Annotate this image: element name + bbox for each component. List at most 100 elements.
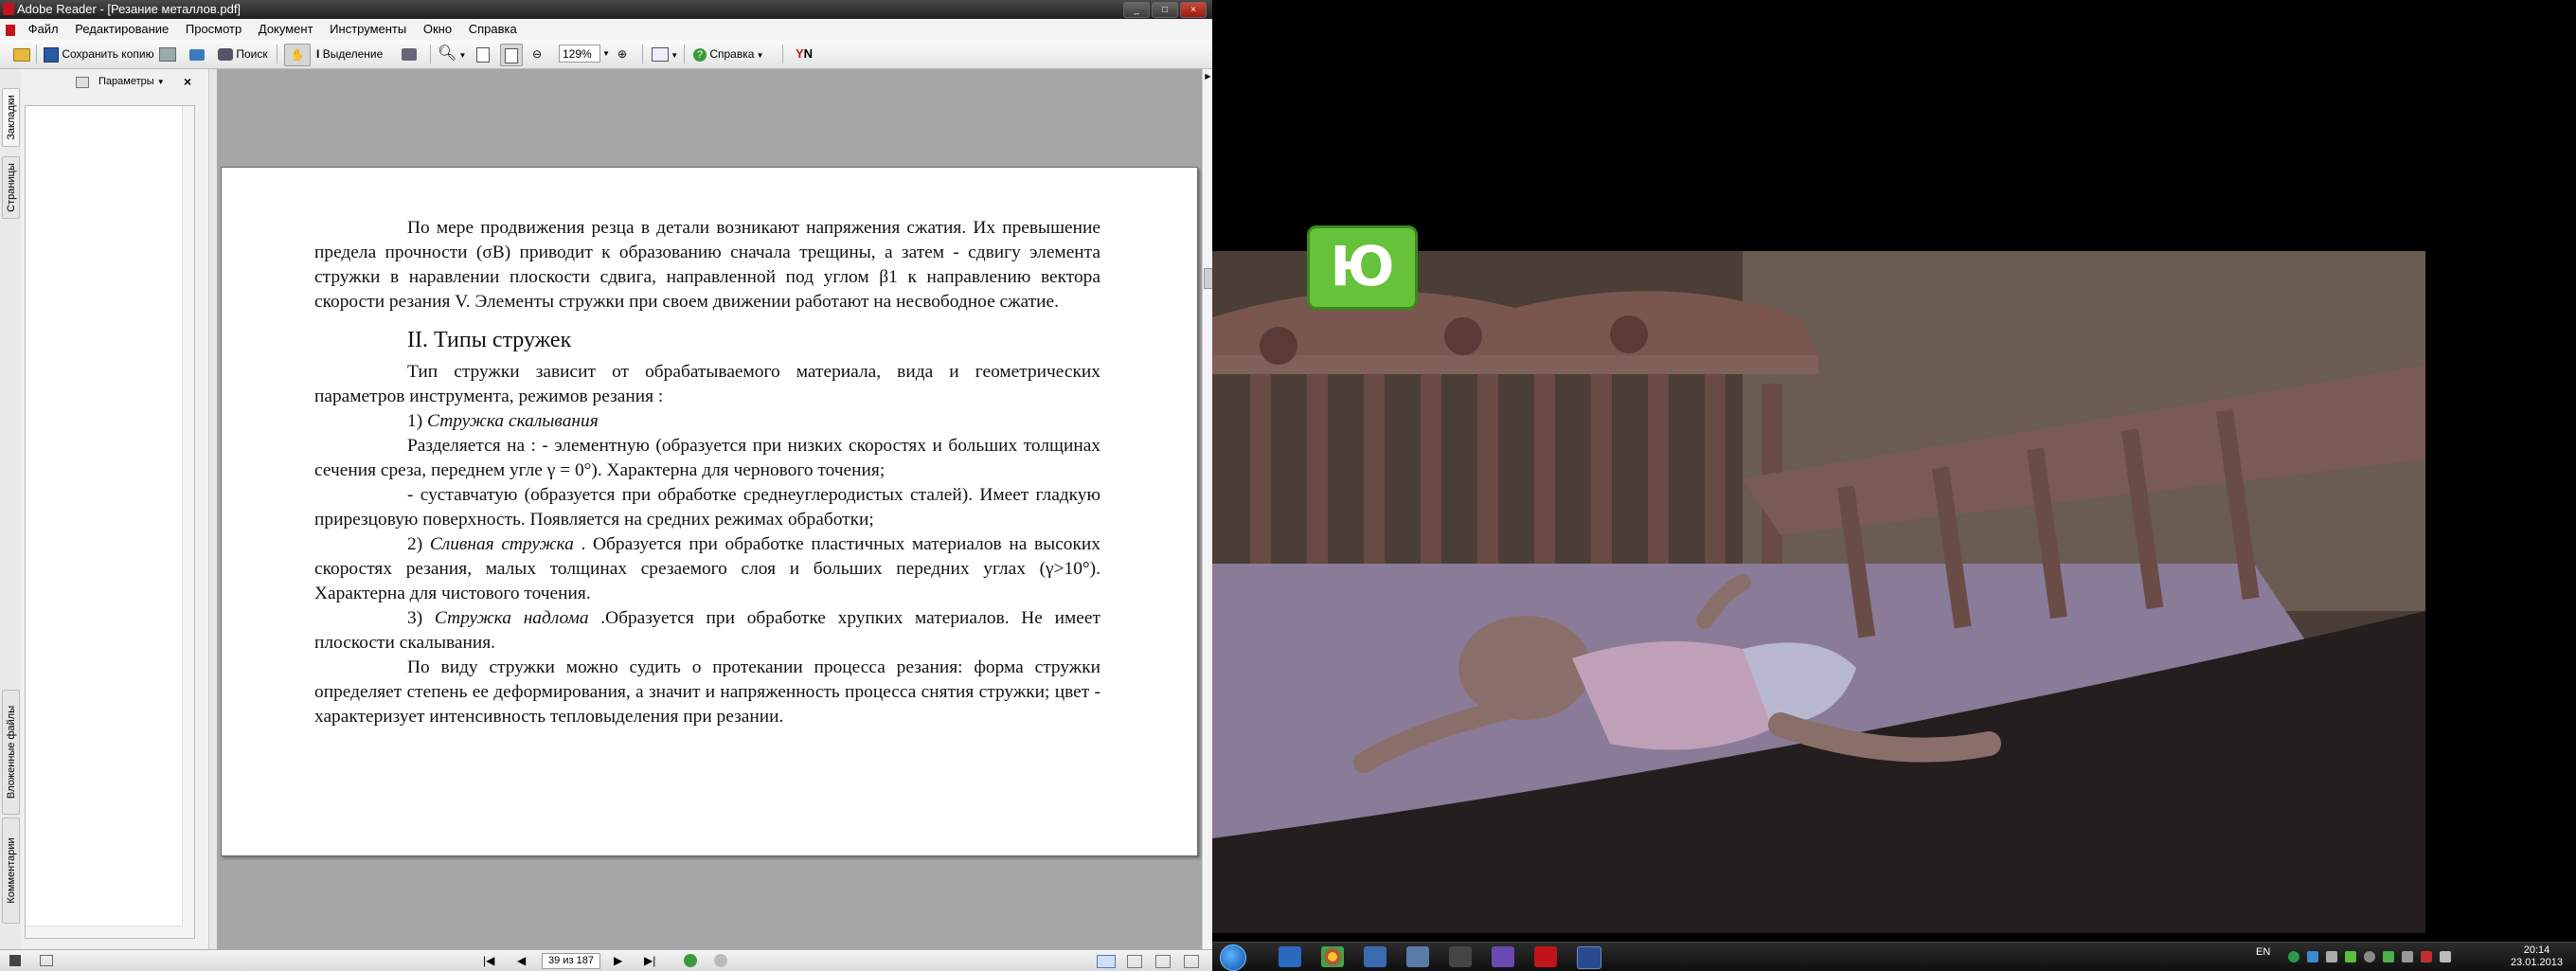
section-heading: II. Типы стружек	[407, 328, 572, 352]
last-page-button[interactable]: ▶|	[644, 953, 655, 968]
tray-volume-icon[interactable]	[2402, 951, 2413, 962]
tab-bookmarks-label: Закладки	[5, 95, 17, 140]
tab-bookmarks[interactable]: Закладки	[2, 88, 20, 147]
windows-taskbar: EN 20:14 23.01.2013	[1212, 942, 2576, 971]
zoom-out-button[interactable]: ⊖	[532, 44, 542, 64]
start-button[interactable]	[1220, 944, 1246, 971]
menu-file[interactable]: Файл	[22, 19, 65, 40]
last-page-icon: ▶|	[644, 954, 656, 967]
video-frame-sleeping-baby	[1212, 251, 2425, 933]
tray-usb-icon[interactable]	[2326, 951, 2337, 962]
bookmarks-horizontal-scrollbar[interactable]	[26, 926, 183, 938]
zoom-level-field[interactable]: 129%	[559, 45, 600, 63]
bookmarks-options-label: Параметры	[98, 76, 154, 87]
tab-attachments[interactable]: Вложенные файлы	[2, 690, 20, 815]
page-layout-icon[interactable]	[9, 955, 21, 966]
open-button[interactable]	[13, 44, 30, 64]
first-page-button[interactable]: |◀	[483, 953, 494, 968]
close-button[interactable]: ×	[1180, 2, 1207, 18]
actual-size-button[interactable]	[474, 44, 492, 64]
scroll-right-arrow-icon[interactable]: ▶	[1204, 69, 1212, 84]
paragraph-chip-conclusion: По виду стружки можно судить о протекани…	[314, 657, 1100, 727]
list-item-3-number: 3)	[407, 608, 435, 628]
snapshot-button[interactable]	[402, 44, 417, 64]
zoom-dropdown[interactable]: ▼	[602, 44, 610, 64]
options-icon	[76, 77, 89, 88]
pdf-page: По мере продвижения резца в детали возни…	[221, 167, 1198, 856]
page-number-field[interactable]: 39 из 187	[542, 953, 600, 969]
video-player-frame[interactable]	[1212, 0, 2576, 942]
mail-icon	[189, 48, 205, 61]
email-button[interactable]	[189, 44, 205, 64]
taskbar-media-icon[interactable]	[1492, 946, 1514, 967]
go-back-button[interactable]	[684, 954, 697, 967]
tray-app-icon[interactable]	[2364, 951, 2375, 962]
search-label: Поиск	[236, 47, 268, 61]
bookmarks-options-button[interactable]: Параметры ▼	[98, 69, 165, 95]
adobe-reader-app-icon	[3, 3, 14, 15]
save-copy-button[interactable]: Сохранить копию	[44, 44, 154, 64]
yandex-toolbar-button[interactable]: YN	[796, 44, 813, 64]
print-button[interactable]	[159, 44, 176, 64]
fit-page-button[interactable]	[500, 44, 523, 66]
taskbar-window-icon[interactable]	[1406, 946, 1429, 967]
close-panel-button[interactable]: ×	[184, 69, 191, 94]
continuous-facing-view-button[interactable]	[1184, 955, 1199, 968]
bookmarks-vertical-scrollbar[interactable]	[182, 106, 194, 938]
window-title: Adobe Reader - [Резание металлов.pdf]	[17, 2, 242, 16]
help-button[interactable]: ? Справка ▼	[693, 44, 764, 64]
zoom-tool-button[interactable]: 🔍︎ ▼	[438, 44, 466, 64]
help-label: Справка	[709, 47, 755, 61]
hand-icon: ✋	[290, 48, 305, 62]
hand-tool-button[interactable]: ✋	[284, 44, 311, 66]
go-forward-button[interactable]	[714, 954, 727, 967]
taskbar-tool-icon[interactable]	[1449, 946, 1472, 967]
continuous-view-button[interactable]	[1127, 955, 1142, 968]
minimize-button[interactable]: _	[1123, 2, 1150, 18]
tray-flag-icon[interactable]	[2440, 951, 2451, 962]
menu-window[interactable]: Окно	[417, 19, 458, 40]
taskbar-app-icon[interactable]	[1364, 946, 1386, 967]
taskbar-adobe-reader-icon[interactable]	[1534, 946, 1557, 967]
list-item-1: 1) Стружка скалывания	[314, 409, 1100, 434]
menu-help[interactable]: Справка	[462, 19, 524, 40]
tab-pages[interactable]: Страницы	[2, 156, 20, 219]
tray-torrent-icon[interactable]	[2288, 951, 2299, 962]
single-page-view-button[interactable]	[1097, 955, 1116, 968]
maximize-button[interactable]: □	[1152, 2, 1178, 18]
taskbar-clock[interactable]: 20:14 23.01.2013	[2511, 944, 2563, 969]
tab-comments[interactable]: Комментарии	[2, 818, 20, 924]
zoom-in-button[interactable]: ⊕	[617, 44, 627, 64]
next-page-button[interactable]: ▶	[614, 953, 622, 968]
taskbar-explorer-icon[interactable]	[1279, 946, 1301, 967]
binoculars-icon	[218, 48, 233, 62]
previous-page-icon: ◀	[517, 954, 527, 967]
previous-page-button[interactable]: ◀	[517, 953, 526, 968]
panel-splitter[interactable]	[209, 69, 217, 951]
tray-nvidia-icon[interactable]	[2345, 951, 2356, 962]
tab-attachments-label: Вложенные файлы	[5, 705, 17, 800]
taskbar-player-icon[interactable]	[1577, 946, 1601, 969]
paragraph-cutting-stress: По мере продвижения резца в детали возни…	[314, 218, 1100, 312]
magnifier-icon: 🔍︎	[438, 45, 457, 62]
paragraph-element-chip: Разделяется на : - элементную (образуетс…	[314, 436, 1100, 480]
menu-edit[interactable]: Редактирование	[68, 19, 175, 40]
bookmarks-list[interactable]	[25, 105, 195, 939]
tray-antivirus-icon[interactable]	[2383, 951, 2394, 962]
select-tool-button[interactable]: I Выделение	[316, 44, 383, 64]
chevron-down-icon: ▼	[156, 78, 165, 86]
facing-view-button[interactable]	[1155, 955, 1171, 968]
tray-network-icon[interactable]	[2307, 951, 2318, 962]
menu-view[interactable]: Просмотр	[179, 19, 248, 40]
menu-tools[interactable]: Инструменты	[323, 19, 413, 40]
tray-alert-icon[interactable]	[2421, 951, 2432, 962]
navigation-panel-tabs: Закладки Страницы Вложенные файлы Коммен…	[0, 69, 22, 951]
page-text: По мере продвижения резца в детали возни…	[314, 216, 1100, 729]
language-indicator[interactable]: EN	[2256, 946, 2270, 958]
menu-document[interactable]: Документ	[252, 19, 320, 40]
page-display-button[interactable]: ▼	[652, 44, 678, 64]
taskbar-chrome-icon[interactable]	[1321, 946, 1344, 967]
search-button[interactable]: Поиск	[218, 44, 268, 64]
attach-icon[interactable]	[40, 955, 53, 966]
select-label: Выделение	[322, 47, 384, 61]
